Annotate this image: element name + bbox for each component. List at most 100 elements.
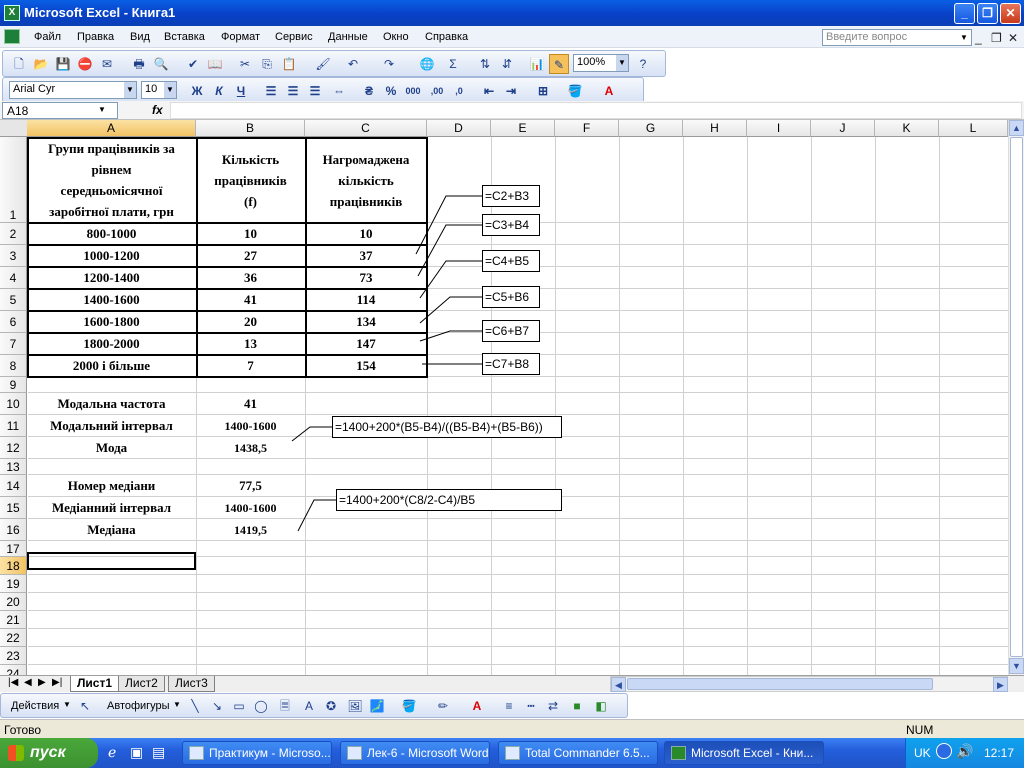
start-button[interactable]: пуск <box>0 738 98 768</box>
borders-icon[interactable]: ⊞ <box>533 81 553 101</box>
horizontal-scrollbar[interactable]: ◀ ▶ <box>610 676 1008 692</box>
vertical-scrollbar[interactable]: ▲ ▼ <box>1008 120 1024 675</box>
copy-icon[interactable]: ⎘ <box>257 54 277 74</box>
volume-icon[interactable]: 🔊 <box>956 743 973 760</box>
menu-help[interactable]: Справка <box>425 31 468 43</box>
save-icon[interactable]: 💾 <box>53 54 73 74</box>
arrow-icon[interactable]: ↘ <box>207 696 227 716</box>
line-color-icon[interactable]: ✏ <box>433 696 453 716</box>
arrow-style-icon[interactable]: ⇄ <box>543 696 563 716</box>
menu-data[interactable]: Данные <box>328 31 368 43</box>
comma-style-icon[interactable]: 000 <box>403 81 423 101</box>
menu-window[interactable]: Окно <box>383 31 409 43</box>
formula-input[interactable] <box>170 102 1022 119</box>
currency-icon[interactable]: ₴ <box>359 81 379 101</box>
shadow-icon[interactable]: ■ <box>567 696 587 716</box>
scroll-up-icon[interactable]: ▲ <box>1009 120 1024 136</box>
print-icon[interactable]: 🖶 <box>129 54 149 74</box>
size-dropdown-icon[interactable]: ▼ <box>164 82 176 98</box>
hyperlink-icon[interactable]: 🌐 <box>417 54 437 74</box>
format-painter-icon[interactable]: 🖌 <box>313 54 333 74</box>
email-icon[interactable]: ✉ <box>97 54 117 74</box>
zoom-combo[interactable]: 100% ▼ <box>573 54 629 72</box>
new-icon[interactable]: 🗋 <box>9 54 29 74</box>
diagram-icon[interactable]: ✪ <box>321 696 341 716</box>
next-sheet-icon[interactable]: ▶ <box>38 677 46 688</box>
increase-indent-icon[interactable]: ⇥ <box>501 81 521 101</box>
wordart-icon[interactable]: A <box>299 696 319 716</box>
task-excel[interactable]: Microsoft Excel - Кни... <box>664 741 824 765</box>
zoom-dropdown-icon[interactable]: ▼ <box>616 55 628 71</box>
autoshapes-dropdown-icon[interactable]: ▼ <box>173 700 181 709</box>
task-total-commander[interactable]: Total Commander 6.5... <box>498 741 658 765</box>
sheet-tab-1[interactable]: Лист1 <box>70 676 120 692</box>
merge-center-icon[interactable]: ⇔ <box>329 81 349 101</box>
dash-style-icon[interactable]: ┅ <box>521 696 541 716</box>
last-sheet-icon[interactable]: ▶| <box>52 677 62 688</box>
task-practicum[interactable]: Практикум - Microso... <box>182 741 332 765</box>
scroll-down-icon[interactable]: ▼ <box>1009 658 1024 674</box>
scroll-thumb[interactable] <box>1010 137 1023 657</box>
help-icon[interactable]: ? <box>633 54 653 74</box>
open-icon[interactable]: 📂 <box>31 54 51 74</box>
print-preview-icon[interactable]: 🔍 <box>151 54 171 74</box>
desktop-icon[interactable]: ▣ <box>130 744 143 761</box>
workbook-icon[interactable] <box>4 29 20 44</box>
first-sheet-icon[interactable]: |◀ <box>8 677 18 688</box>
font-name-combo[interactable]: Arial Cyr ▼ <box>9 81 137 99</box>
undo-icon[interactable]: ↶ <box>343 54 363 74</box>
permission-icon[interactable]: ⛔ <box>75 54 95 74</box>
insert-function-icon[interactable]: fx <box>152 103 163 117</box>
picture-icon[interactable]: 🗾 <box>367 696 387 716</box>
sheet-tab-3[interactable]: Лист3 <box>168 676 215 692</box>
decrease-decimal-icon[interactable]: ,0 <box>449 81 469 101</box>
align-center-icon[interactable]: ☰ <box>283 81 303 101</box>
redo-icon[interactable]: ↷ <box>379 54 399 74</box>
doc-close-button[interactable]: ✕ <box>1008 31 1018 45</box>
doc-restore-button[interactable]: ❐ <box>991 31 1002 45</box>
research-icon[interactable]: 📖 <box>205 54 225 74</box>
fill-color-draw-icon[interactable]: 🪣 <box>399 696 419 716</box>
cut-icon[interactable]: ✂ <box>235 54 255 74</box>
excel-app-icon[interactable]: X <box>4 5 20 21</box>
select-objects-icon[interactable]: ↖ <box>75 696 95 716</box>
scroll-left-icon[interactable]: ◀ <box>611 677 626 692</box>
sheet-tab-2[interactable]: Лист2 <box>118 676 165 692</box>
chart-wizard-icon[interactable]: 📊 <box>527 54 547 74</box>
scroll-right-icon[interactable]: ▶ <box>993 677 1008 692</box>
decrease-indent-icon[interactable]: ⇤ <box>479 81 499 101</box>
name-box-dropdown-icon[interactable]: ▼ <box>98 105 106 114</box>
3d-icon[interactable]: ◧ <box>591 696 611 716</box>
line-style-icon[interactable]: ≡ <box>499 696 519 716</box>
fill-color-icon[interactable]: 🪣 <box>565 81 585 101</box>
bold-button[interactable]: Ж <box>187 81 207 101</box>
underline-button[interactable]: Ч <box>231 81 251 101</box>
font-color-draw-icon[interactable]: A <box>467 696 487 716</box>
sort-descending-icon[interactable]: ⇵ <box>497 54 517 74</box>
network-icon[interactable] <box>936 743 952 759</box>
font-size-combo[interactable]: 10 ▼ <box>141 81 177 99</box>
ie-icon[interactable]: ℯ <box>108 744 116 761</box>
menu-insert[interactable]: Вставка <box>164 31 205 43</box>
font-dropdown-icon[interactable]: ▼ <box>124 82 136 98</box>
restore-button[interactable]: ❐ <box>977 3 998 24</box>
hscroll-thumb[interactable] <box>627 678 933 690</box>
menu-file[interactable]: Файл <box>34 31 61 43</box>
align-right-icon[interactable]: ☰ <box>305 81 325 101</box>
menu-view[interactable]: Вид <box>130 31 150 43</box>
textbox-icon[interactable]: 🗏 <box>275 696 295 716</box>
sort-ascending-icon[interactable]: ⇅ <box>475 54 495 74</box>
language-indicator[interactable]: UK <box>914 746 931 760</box>
menu-format[interactable]: Формат <box>221 31 260 43</box>
percent-icon[interactable]: % <box>381 81 401 101</box>
draw-actions-menu[interactable]: Действия <box>11 700 59 712</box>
paste-icon[interactable]: 📋 <box>279 54 299 74</box>
spelling-icon[interactable]: ✔ <box>183 54 203 74</box>
italic-button[interactable]: К <box>209 81 229 101</box>
close-button[interactable]: ✕ <box>1000 3 1021 24</box>
increase-decimal-icon[interactable]: ,00 <box>427 81 447 101</box>
rectangle-icon[interactable]: ▭ <box>229 696 249 716</box>
menu-tools[interactable]: Сервис <box>275 31 313 43</box>
ask-dropdown-icon[interactable]: ▼ <box>960 30 970 45</box>
doc-minimize-button[interactable]: _ <box>975 31 982 45</box>
